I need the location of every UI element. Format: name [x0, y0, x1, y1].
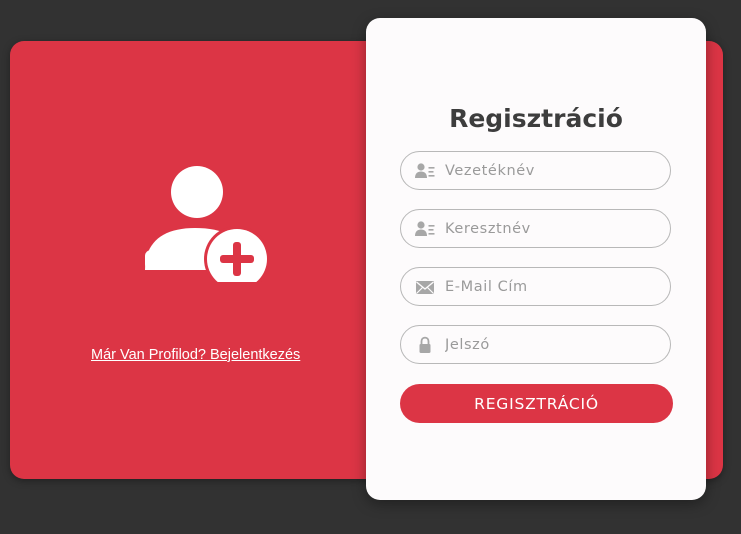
password-input[interactable]: [445, 326, 660, 363]
user-plus-icon: [145, 166, 269, 282]
password-field[interactable]: [400, 325, 671, 364]
id-card-icon: [415, 163, 435, 178]
email-field[interactable]: [400, 267, 671, 306]
lock-icon: [419, 336, 431, 353]
last-name-input[interactable]: [445, 152, 660, 189]
envelope-icon: [416, 281, 434, 294]
email-input[interactable]: [445, 268, 660, 305]
first-name-input[interactable]: [445, 210, 660, 247]
page-title: Regisztráció: [449, 104, 623, 133]
registration-page: Már Van Profilod? Bejelentkezés Regisztr…: [0, 0, 741, 534]
first-name-field[interactable]: [400, 209, 671, 248]
register-button[interactable]: REGISZTRÁCIÓ: [400, 384, 673, 423]
login-link[interactable]: Már Van Profilod? Bejelentkezés: [91, 347, 300, 363]
last-name-field[interactable]: [400, 151, 671, 190]
registration-card: Regisztráció Vezetéknév Keresztnév E-Mai…: [366, 18, 706, 500]
id-card-icon: [415, 221, 435, 236]
